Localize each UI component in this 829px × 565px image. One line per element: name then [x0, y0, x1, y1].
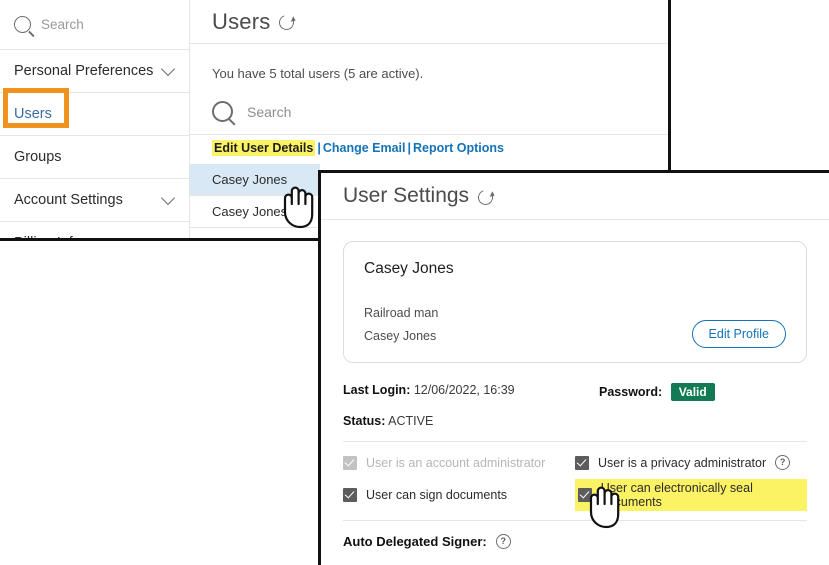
users-count-text: You have 5 total users (5 are active). [190, 44, 668, 81]
auto-delegated-signer-row: Auto Delegated Signer: ? [321, 521, 829, 549]
profile-title-line: Railroad man [364, 306, 786, 320]
permission-label: User is a privacy administrator [598, 456, 766, 470]
change-email-link[interactable]: Change Email [323, 141, 406, 155]
sidebar-item-label: Account Settings [14, 192, 123, 208]
permission-label: User can electronically seal documents [601, 481, 804, 509]
permission-label: User can sign documents [366, 488, 507, 502]
sidebar-item-groups[interactable]: Groups [0, 136, 189, 179]
sidebar-search[interactable]: Search [0, 0, 189, 50]
users-header: Users [190, 0, 668, 44]
last-login-value: 12/06/2022, 16:39 [414, 383, 515, 397]
status-badge: Valid [671, 383, 715, 401]
checkbox-icon[interactable] [575, 456, 589, 470]
link-separator: | [315, 141, 323, 155]
sidebar-item-users[interactable]: Users [0, 93, 189, 136]
status-cell: Status: ACTIVE [343, 414, 599, 428]
user-settings-window: User Settings Casey Jones Railroad man C… [318, 170, 829, 565]
refresh-icon[interactable] [476, 187, 496, 207]
page-title: User Settings [343, 184, 469, 208]
sidebar-search-placeholder: Search [41, 17, 84, 32]
sidebar-item-label: Users [14, 106, 52, 122]
profile-name: Casey Jones [364, 260, 786, 278]
mouse-cursor-pointer-2 [583, 484, 623, 530]
sidebar: Search Personal Preferences Users Groups… [0, 0, 190, 241]
help-icon[interactable]: ? [775, 455, 790, 470]
screenshot-stage: Search Personal Preferences Users Groups… [0, 0, 829, 565]
profile-card: Casey Jones Railroad man Casey Jones Edi… [343, 241, 807, 363]
status-row: Status: ACTIVE [343, 414, 807, 428]
last-login-row: Last Login: 12/06/2022, 16:39 Password: … [343, 383, 807, 401]
permission-account-administrator[interactable]: User is an account administrator [343, 455, 575, 470]
report-options-link[interactable]: Report Options [413, 141, 504, 155]
sidebar-item-label: Personal Preferences [14, 63, 153, 79]
checkbox-icon[interactable] [343, 456, 357, 470]
password-cell: Password: Valid [599, 383, 715, 401]
chevron-down-icon [161, 62, 175, 76]
permission-privacy-administrator[interactable]: User is a privacy administrator ? [575, 455, 807, 470]
mouse-cursor-pointer [277, 184, 317, 230]
refresh-icon[interactable] [277, 13, 297, 33]
checkbox-icon[interactable] [343, 488, 357, 502]
users-search-placeholder: Search [247, 104, 291, 120]
sidebar-item-label: Groups [14, 149, 62, 165]
sidebar-item-label: Billing Info [14, 235, 81, 241]
auto-delegated-signer-label: Auto Delegated Signer: [343, 534, 487, 549]
chevron-down-icon [161, 191, 175, 205]
permissions-row: User can sign documents User can electro… [343, 479, 807, 511]
users-search-input[interactable]: Search [190, 81, 668, 134]
permissions-row: User is an account administrator User is… [343, 455, 807, 470]
help-icon[interactable]: ? [496, 534, 511, 549]
user-settings-header: User Settings [321, 173, 829, 220]
edit-profile-button[interactable]: Edit Profile [692, 320, 786, 348]
link-separator: | [406, 141, 414, 155]
page-title: Users [212, 9, 270, 35]
user-action-links: Edit User Details|Change Email|Report Op… [190, 134, 668, 161]
permission-label: User is an account administrator [366, 456, 545, 470]
last-login-cell: Last Login: 12/06/2022, 16:39 [343, 383, 599, 401]
password-label: Password: [599, 385, 662, 399]
permissions-grid: User is an account administrator User is… [321, 442, 829, 511]
chevron-down-icon [161, 234, 175, 241]
search-icon [14, 16, 31, 33]
sidebar-item-billing-info[interactable]: Billing Info [0, 222, 189, 241]
permission-sign-documents[interactable]: User can sign documents [343, 479, 575, 511]
status-label: Status: [343, 414, 385, 428]
user-meta: Last Login: 12/06/2022, 16:39 Password: … [321, 363, 829, 428]
last-login-label: Last Login: [343, 383, 410, 397]
sidebar-item-account-settings[interactable]: Account Settings [0, 179, 189, 222]
search-icon [212, 101, 233, 122]
edit-user-details-link[interactable]: Edit User Details [212, 140, 315, 156]
status-value: ACTIVE [388, 414, 433, 428]
sidebar-item-personal-preferences[interactable]: Personal Preferences [0, 50, 189, 93]
